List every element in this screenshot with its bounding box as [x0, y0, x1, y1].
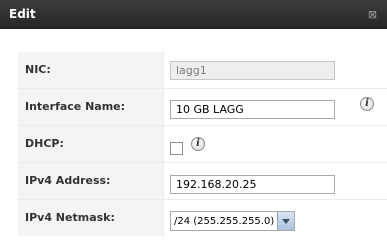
ipv4-netmask-select[interactable]: /24 (255.255.255.0)	[170, 211, 295, 231]
nic-field	[170, 61, 335, 80]
dialog-titlebar: Edit ⊠	[0, 0, 387, 29]
close-icon[interactable]: ⊠	[366, 8, 379, 21]
dialog-title: Edit	[9, 7, 36, 21]
label-cell: DHCP:	[18, 126, 164, 162]
label-cell: IPv4 Netmask:	[18, 200, 164, 236]
ipv4-netmask-label: IPv4 Netmask:	[25, 211, 115, 224]
edit-form: NIC: Interface Name: DHCP: IPv4 Address:…	[0, 29, 387, 241]
dhcp-checkbox[interactable]	[170, 142, 183, 155]
interface-name-label: Interface Name:	[25, 100, 126, 113]
ipv4-address-input[interactable]	[170, 175, 335, 194]
dhcp-label: DHCP:	[25, 137, 64, 150]
label-cell: NIC:	[18, 52, 164, 88]
interface-name-input[interactable]	[170, 100, 335, 119]
label-cell: IPv4 Address:	[18, 163, 164, 199]
info-icon[interactable]: i	[191, 137, 205, 151]
info-icon[interactable]: i	[360, 97, 374, 111]
chevron-down-icon[interactable]	[277, 212, 294, 230]
nic-label: NIC:	[25, 63, 51, 76]
label-cell: Interface Name:	[18, 89, 164, 125]
ipv4-netmask-value: /24 (255.255.255.0)	[174, 216, 275, 227]
ipv4-address-label: IPv4 Address:	[25, 174, 111, 187]
